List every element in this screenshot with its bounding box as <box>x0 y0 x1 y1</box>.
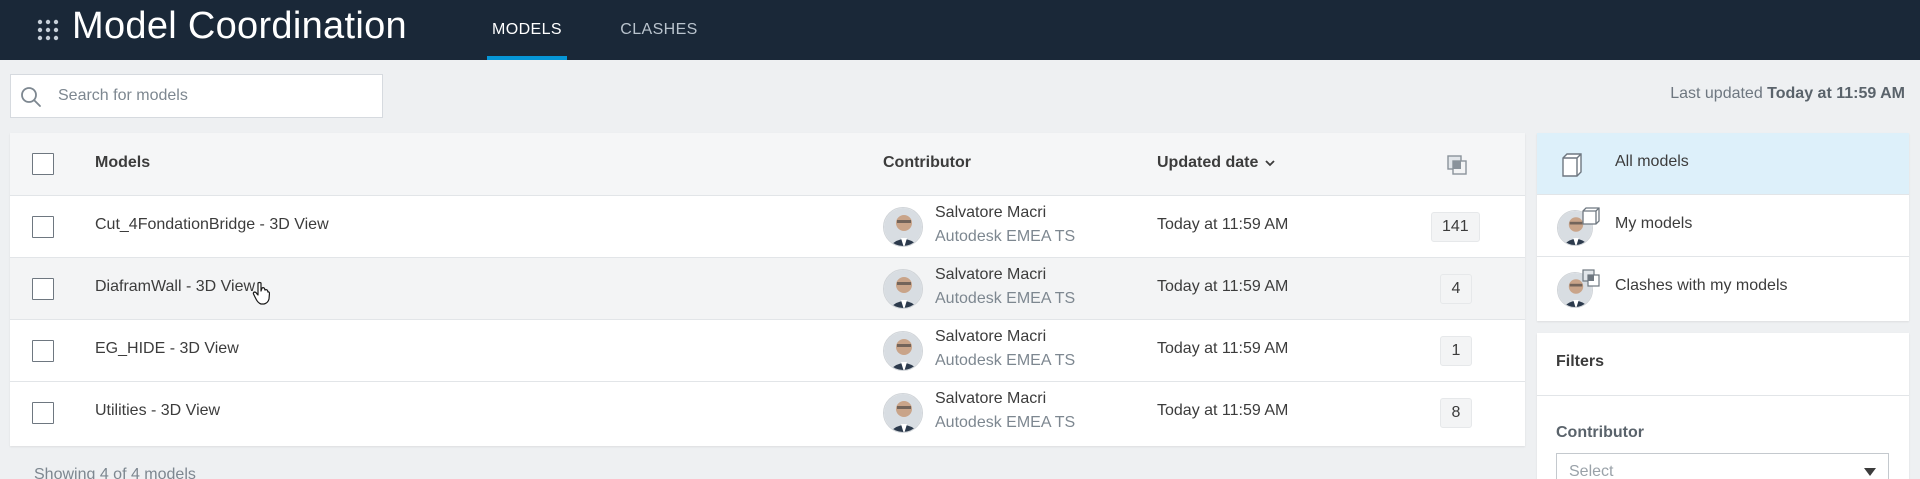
table-header: Models Contributor Updated date <box>10 133 1525 196</box>
divider <box>1537 395 1909 396</box>
column-updated-label: Updated date <box>1157 154 1259 171</box>
contributor-name: Salvatore Macri <box>935 390 1047 407</box>
my-models-icon <box>1557 206 1601 246</box>
view-clashes-with-my-models[interactable]: Clashes with my models <box>1537 257 1909 319</box>
view-my-models[interactable]: My models <box>1537 195 1909 257</box>
row-checkbox[interactable] <box>32 216 54 238</box>
search-icon <box>19 85 43 109</box>
view-label: Clashes with my models <box>1615 277 1788 294</box>
updated-date: Today at 11:59 AM <box>1157 340 1289 357</box>
view-all-models[interactable]: All models <box>1537 133 1909 195</box>
search-input[interactable] <box>58 75 368 117</box>
avatar <box>883 393 923 433</box>
avatar <box>883 269 923 309</box>
tab-models[interactable]: MODELS <box>487 0 567 60</box>
clash-count-badge[interactable]: 4 <box>1440 274 1472 304</box>
updated-date: Today at 11:59 AM <box>1157 402 1289 419</box>
view-label: My models <box>1615 215 1693 232</box>
last-updated-prefix: Last updated <box>1670 85 1768 102</box>
avatar <box>883 331 923 371</box>
models-table: Models Contributor Updated date Cut_4Fon… <box>10 133 1525 446</box>
model-name[interactable]: EG_HIDE - 3D View <box>95 340 239 358</box>
contributor-org: Autodesk EMEA TS <box>935 414 1076 431</box>
contributor-name: Salvatore Macri <box>935 266 1047 283</box>
clash-count-icon[interactable] <box>1445 153 1469 177</box>
clash-count-icon <box>1582 269 1600 287</box>
column-models[interactable]: Models <box>95 154 150 172</box>
row-checkbox[interactable] <box>32 340 54 362</box>
contributor-org: Autodesk EMEA TS <box>935 290 1076 307</box>
row-checkbox[interactable] <box>32 402 54 424</box>
contributor-org: Autodesk EMEA TS <box>935 228 1076 245</box>
clash-count-badge[interactable]: 8 <box>1440 398 1472 428</box>
table-row[interactable]: Utilities - 3D View Salvatore Macri Auto… <box>10 382 1525 444</box>
app-title: Model Coordination <box>72 5 407 47</box>
contributor-name: Salvatore Macri <box>935 204 1047 221</box>
select-placeholder: Select <box>1569 463 1614 479</box>
top-bar: Model Coordination MODELS CLASHES <box>0 0 1920 60</box>
sort-chevron-icon <box>1265 160 1275 167</box>
cube-icon <box>1557 144 1601 184</box>
clashes-with-my-models-icon <box>1557 268 1601 308</box>
filters-title: Filters <box>1556 353 1605 370</box>
tab-clashes[interactable]: CLASHES <box>614 0 704 60</box>
views-panel: All models My models Clashes with my mod… <box>1537 133 1909 321</box>
last-updated-value: Today at 11:59 AM <box>1767 85 1905 102</box>
view-label: All models <box>1615 153 1689 170</box>
select-all-checkbox[interactable] <box>32 153 54 175</box>
table-row[interactable]: EG_HIDE - 3D View Salvatore Macri Autode… <box>10 320 1525 382</box>
column-contributor[interactable]: Contributor <box>883 154 971 172</box>
showing-count: Showing 4 of 4 models <box>34 466 196 479</box>
grid-icon[interactable] <box>37 19 59 41</box>
avatar <box>883 207 923 247</box>
caret-down-icon <box>1864 468 1876 476</box>
clash-count-badge[interactable]: 141 <box>1431 212 1480 242</box>
contributor-name: Salvatore Macri <box>935 328 1047 345</box>
updated-date: Today at 11:59 AM <box>1157 216 1289 233</box>
model-name[interactable]: Utilities - 3D View <box>95 402 220 420</box>
filters-panel: Filters Contributor Select <box>1537 333 1909 479</box>
row-checkbox[interactable] <box>32 278 54 300</box>
last-updated: Last updated Today at 11:59 AM <box>1670 85 1905 103</box>
model-name[interactable]: DiaframWall - 3D View <box>95 278 255 296</box>
cube-icon <box>1582 207 1600 225</box>
table-row[interactable]: Cut_4FondationBridge - 3D View Salvatore… <box>10 196 1525 258</box>
contributor-org: Autodesk EMEA TS <box>935 352 1076 369</box>
search-box <box>10 74 383 118</box>
contributor-filter-label: Contributor <box>1556 424 1644 441</box>
updated-date: Today at 11:59 AM <box>1157 278 1289 295</box>
contributor-filter-select[interactable]: Select <box>1556 453 1889 479</box>
table-row[interactable]: DiaframWall - 3D View Salvatore Macri Au… <box>10 258 1525 320</box>
model-name[interactable]: Cut_4FondationBridge - 3D View <box>95 216 329 234</box>
clash-count-badge[interactable]: 1 <box>1440 336 1472 366</box>
column-updated-date[interactable]: Updated date <box>1157 154 1276 172</box>
